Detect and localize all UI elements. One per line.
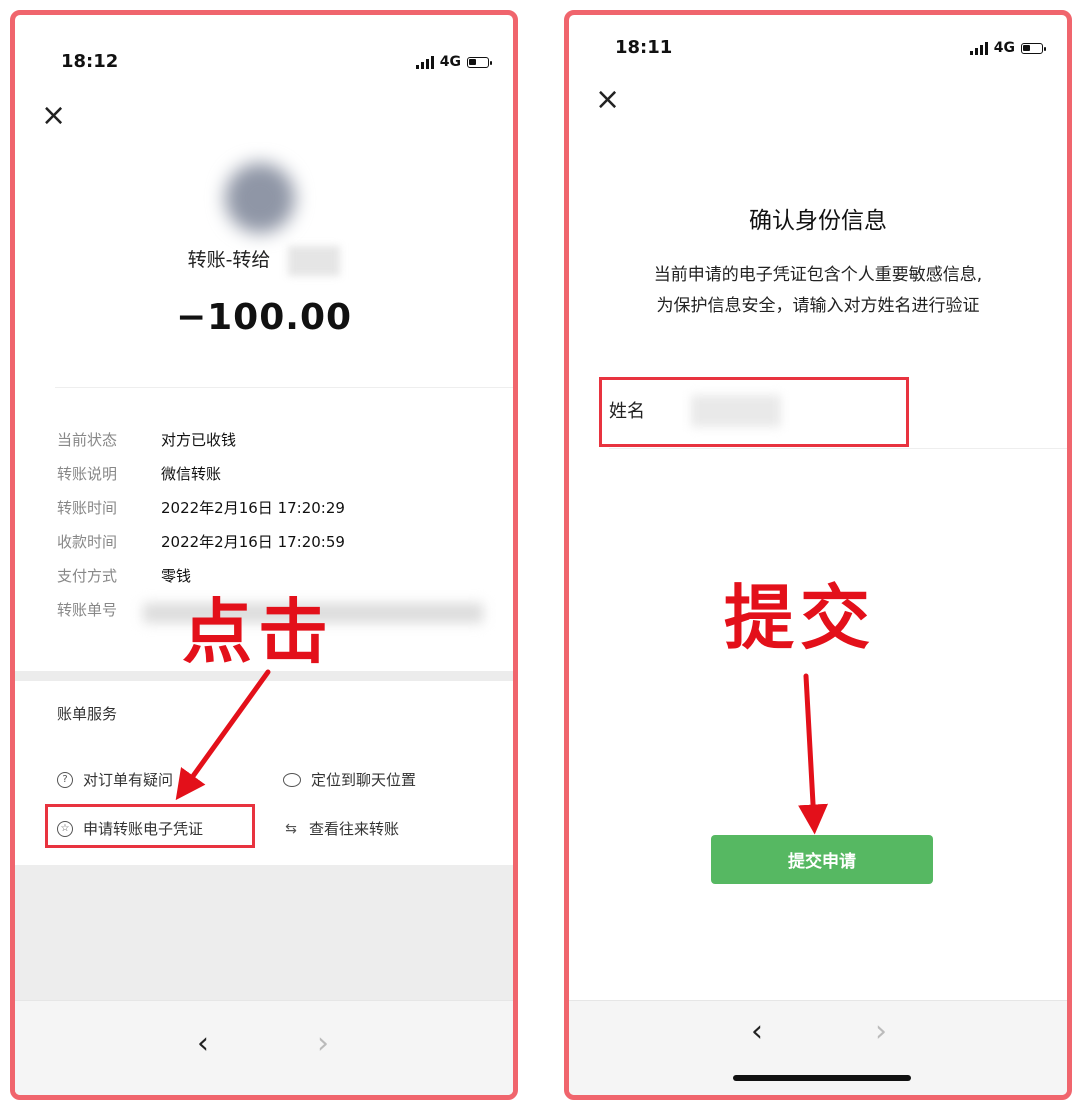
divider [55, 387, 513, 388]
highlight-box [45, 804, 255, 848]
detail-row: 转账说明 微信转账 [57, 465, 222, 483]
locate-chat-link[interactable]: 定位到聊天位置 [283, 769, 416, 790]
back-arrow-icon[interactable]: ‹ [751, 1017, 763, 1047]
view-transfers-link[interactable]: ⇆ 查看往来转账 [283, 818, 399, 839]
click-annotation: 点击 [182, 591, 334, 673]
submit-annotation: 提交 [724, 577, 876, 659]
status-time: 18:11 [615, 37, 673, 58]
forward-arrow-icon[interactable]: › [875, 1017, 887, 1047]
detail-row: 收款时间 2022年2月16日 17:20:59 [57, 533, 345, 551]
status-time: 18:12 [61, 51, 119, 72]
bill-services-title: 账单服务 [57, 705, 118, 723]
verification-description: 当前申请的电子凭证包含个人重要敏感信息, 为保护信息安全，请输入对方姓名进行验证 [653, 265, 983, 316]
swap-arrows-icon: ⇆ [285, 820, 297, 837]
highlight-box [599, 377, 909, 447]
network-label: 4G [993, 40, 1015, 56]
right-phone-screenshot: 18:11 4G × 确认身份信息 当前申请的电子凭证包含个人重要敏感信息, 为… [564, 10, 1072, 1100]
battery-icon [1021, 42, 1046, 54]
recipient-name-blurred [288, 245, 341, 276]
bottom-nav-bar: ‹ › [569, 1000, 1067, 1095]
transfer-amount: −100.00 [175, 297, 353, 338]
status-bar: 18:12 4G [15, 51, 513, 81]
signal-icon [969, 41, 988, 55]
chat-bubble-icon [283, 772, 301, 787]
network-label: 4G [439, 54, 461, 70]
signal-icon [415, 55, 434, 69]
close-icon[interactable]: × [41, 101, 66, 131]
forward-arrow-icon[interactable]: › [317, 1029, 329, 1059]
left-phone-screenshot: 18:12 4G × 转账-转给 −100.00 当前状态 对方已收钱 转账说明微… [10, 10, 518, 1100]
order-question-link[interactable]: ? 对订单有疑问 [57, 769, 173, 790]
back-arrow-icon[interactable]: ‹ [197, 1029, 209, 1059]
close-icon[interactable]: × [595, 85, 620, 115]
avatar [225, 163, 295, 233]
submit-application-button[interactable]: 提交申请 [711, 835, 933, 884]
status-bar: 18:11 4G [569, 37, 1067, 67]
detail-row: 当前状态 对方已收钱 [57, 431, 237, 449]
detail-row: 转账时间 2022年2月16日 17:20:29 [57, 499, 345, 517]
question-circle-icon: ? [57, 771, 73, 788]
battery-icon [467, 56, 492, 68]
home-indicator [733, 1075, 911, 1081]
divider [609, 448, 1067, 449]
page-title: 确认身份信息 [749, 208, 887, 234]
bottom-nav-bar: ‹ › [15, 1000, 513, 1095]
transfer-title: 转账-转给 [187, 249, 271, 271]
transfer-title-row: 转账-转给 [15, 245, 513, 276]
